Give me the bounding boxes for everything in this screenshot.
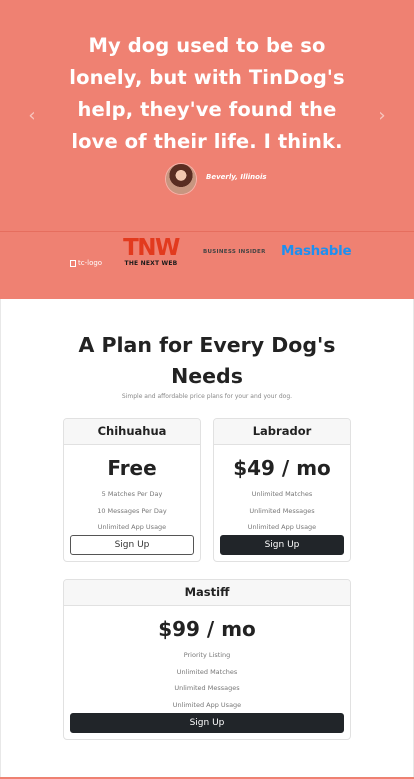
plan-card-chihuahua: Chihuahua Free 5 Matches Per Day 10 Mess… bbox=[63, 418, 201, 562]
business-insider-logo: BUSINESS INSIDER bbox=[203, 249, 266, 255]
testimonial-section: ‹ My dog used to be so lonely, but with … bbox=[0, 0, 414, 299]
plan-features: Priority Listing Unlimited Matches Unlim… bbox=[64, 647, 350, 713]
plan-price: $99 / mo bbox=[158, 617, 256, 641]
tnw-logo-mark: TNW bbox=[123, 235, 180, 261]
tc-logo-alt: tc-logo bbox=[78, 259, 103, 267]
avatar bbox=[166, 164, 196, 194]
plan-feature: Unlimited App Usage bbox=[172, 700, 242, 709]
sign-up-button[interactable]: Sign Up bbox=[70, 713, 344, 733]
plan-price: Free bbox=[107, 456, 157, 480]
sign-up-button[interactable]: Sign Up bbox=[70, 535, 194, 555]
plan-name: Labrador bbox=[214, 419, 350, 445]
sign-up-button[interactable]: Sign Up bbox=[220, 535, 344, 555]
testimonial-author: Beverly, Illinois bbox=[206, 173, 267, 181]
plan-card-labrador: Labrador $49 / mo Unlimited Matches Unli… bbox=[213, 418, 351, 562]
plan-feature: Unlimited Messages bbox=[174, 684, 240, 692]
pricing-subtitle: Simple and affordable price plans for yo… bbox=[121, 393, 293, 400]
tnw-logo-text: THE NEXT WEB bbox=[124, 260, 178, 267]
plan-feature: Priority Listing bbox=[183, 651, 231, 659]
plan-feature: Unlimited App Usage bbox=[247, 523, 317, 531]
plan-name: Chihuahua bbox=[64, 419, 200, 445]
plan-feature: Unlimited Matches bbox=[176, 667, 238, 676]
tc-logo: tc-logo bbox=[70, 248, 102, 278]
divider bbox=[0, 231, 414, 232]
plan-feature: Unlimited Matches bbox=[251, 490, 313, 498]
mashable-logo: Mashable bbox=[281, 243, 352, 259]
plan-feature: Unlimited Messages bbox=[249, 506, 315, 515]
plan-card-mastiff: Mastiff $99 / mo Priority Listing Unlimi… bbox=[63, 579, 351, 740]
plan-feature: 10 Messages Per Day bbox=[97, 506, 167, 515]
tnw-logo: TNW THE NEXT WEB bbox=[119, 235, 183, 267]
plan-features: Unlimited Matches Unlimited Messages Unl… bbox=[214, 486, 350, 536]
plan-feature: Unlimited App Usage bbox=[97, 523, 167, 531]
broken-image-icon bbox=[70, 259, 76, 267]
plan-features: 5 Matches Per Day 10 Messages Per Day Un… bbox=[64, 486, 200, 536]
plan-feature: 5 Matches Per Day bbox=[101, 490, 163, 498]
carousel-next-icon[interactable]: › bbox=[372, 106, 392, 126]
pricing-title: A Plan for Every Dog's Needs bbox=[78, 333, 336, 388]
carousel-prev-icon[interactable]: ‹ bbox=[22, 106, 42, 126]
plan-name: Mastiff bbox=[64, 580, 350, 606]
testimonial-quote: My dog used to be so lonely, but with Ti… bbox=[69, 34, 345, 153]
plan-price: $49 / mo bbox=[233, 456, 331, 480]
